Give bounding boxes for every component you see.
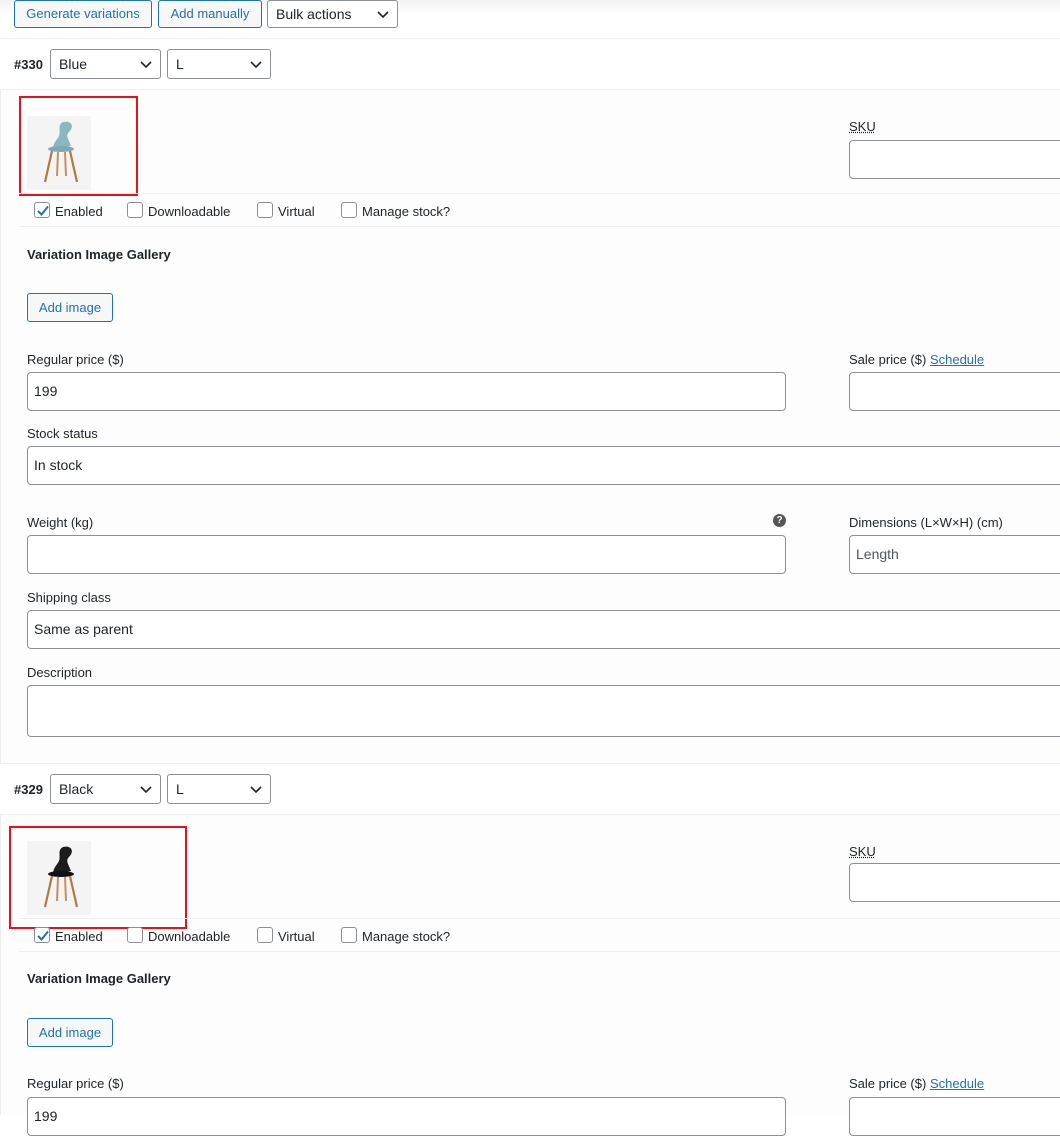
divider (19, 193, 1060, 194)
size-select[interactable]: L (167, 49, 271, 79)
checkmark-icon (37, 205, 49, 216)
virtual-label: Virtual (278, 929, 315, 944)
schedule-link[interactable]: Schedule (930, 1076, 984, 1091)
variation-id: #330 (14, 57, 43, 72)
variation-body: SKU Enabled Downloadable Virtual Manage … (0, 90, 1060, 764)
variation-id: #329 (14, 782, 43, 797)
variation-header[interactable]: #330 Blue L (0, 38, 1060, 90)
enabled-label: Enabled (55, 204, 103, 219)
sku-input[interactable] (849, 863, 1060, 902)
description-label: Description (27, 665, 93, 680)
virtual-label: Virtual (278, 204, 315, 219)
weight-input[interactable] (27, 535, 786, 574)
gallery-title: Variation Image Gallery (27, 971, 171, 986)
downloadable-label: Downloadable (148, 929, 231, 944)
description-textarea[interactable] (27, 685, 1060, 737)
variation-header[interactable]: #329 Black L (0, 763, 1060, 815)
dimensions-label: Dimensions (L×W×H) (cm) (849, 515, 1003, 530)
chevron-down-icon (250, 61, 262, 69)
divider (19, 951, 1060, 952)
stock-status-select[interactable]: In stock (27, 446, 1060, 485)
variation-body: SKU Enabled Downloadable Virtual Manage … (0, 815, 1060, 1136)
manage-stock-checkbox[interactable] (341, 927, 357, 943)
length-placeholder: Length (856, 546, 899, 562)
divider (19, 226, 1060, 227)
sale-price-text: Sale price ($) (849, 1076, 927, 1091)
chevron-down-icon (140, 786, 152, 794)
downloadable-checkbox[interactable] (127, 202, 143, 218)
sku-label: SKU (849, 119, 876, 134)
size-value: L (176, 56, 184, 72)
regular-price-input[interactable]: 199 (27, 1097, 786, 1136)
variations-toolbar: Generate variations Add manually Bulk ac… (0, 0, 1060, 39)
color-select[interactable]: Blue (50, 49, 161, 79)
schedule-link[interactable]: Schedule (930, 352, 984, 367)
gallery-title: Variation Image Gallery (27, 247, 171, 262)
regular-price-input[interactable]: 199 (27, 372, 786, 411)
shipping-class-label: Shipping class (27, 590, 111, 605)
enabled-checkbox[interactable] (34, 927, 50, 943)
sale-price-text: Sale price ($) (849, 352, 927, 367)
generate-variations-button[interactable]: Generate variations (14, 0, 152, 28)
length-input[interactable]: Length (849, 535, 1060, 574)
add-image-button[interactable]: Add image (27, 293, 113, 322)
manage-stock-label: Manage stock? (362, 929, 451, 944)
size-select[interactable]: L (167, 774, 271, 804)
weight-label: Weight (kg) (27, 515, 94, 530)
add-manually-button[interactable]: Add manually (158, 0, 262, 28)
color-value: Blue (59, 56, 88, 72)
sku-input[interactable] (849, 140, 1060, 179)
bulk-actions-select[interactable]: Bulk actions (267, 0, 398, 28)
divider (19, 918, 1060, 919)
image-highlight-box (19, 96, 138, 196)
image-highlight-box (9, 826, 187, 929)
chevron-down-icon (377, 11, 389, 19)
help-icon[interactable]: ? (773, 514, 786, 527)
enabled-label: Enabled (55, 929, 103, 944)
sale-price-label: Sale price ($) Schedule (849, 352, 984, 367)
regular-price-label: Regular price ($) (27, 1076, 124, 1091)
regular-price-value: 199 (34, 383, 58, 399)
color-select[interactable]: Black (50, 774, 161, 804)
checkmark-icon (37, 930, 49, 941)
virtual-checkbox[interactable] (257, 202, 273, 218)
sale-price-input[interactable] (849, 372, 1060, 411)
add-image-button[interactable]: Add image (27, 1018, 113, 1047)
bulk-actions-value: Bulk actions (276, 6, 352, 22)
chevron-down-icon (140, 61, 152, 69)
enabled-checkbox[interactable] (34, 202, 50, 218)
shipping-class-value: Same as parent (34, 621, 133, 637)
sale-price-input[interactable] (849, 1097, 1060, 1136)
regular-price-value: 199 (34, 1108, 58, 1124)
sku-label: SKU (849, 844, 876, 859)
virtual-checkbox[interactable] (257, 927, 273, 943)
size-value: L (176, 781, 184, 797)
color-value: Black (59, 781, 94, 797)
regular-price-label: Regular price ($) (27, 352, 124, 367)
manage-stock-checkbox[interactable] (341, 202, 357, 218)
chevron-down-icon (250, 786, 262, 794)
sale-price-label: Sale price ($) Schedule (849, 1076, 984, 1091)
downloadable-label: Downloadable (148, 204, 231, 219)
stock-status-value: In stock (34, 457, 83, 473)
stock-status-label: Stock status (27, 426, 98, 441)
downloadable-checkbox[interactable] (127, 927, 143, 943)
shipping-class-select[interactable]: Same as parent (27, 610, 1060, 649)
manage-stock-label: Manage stock? (362, 204, 451, 219)
